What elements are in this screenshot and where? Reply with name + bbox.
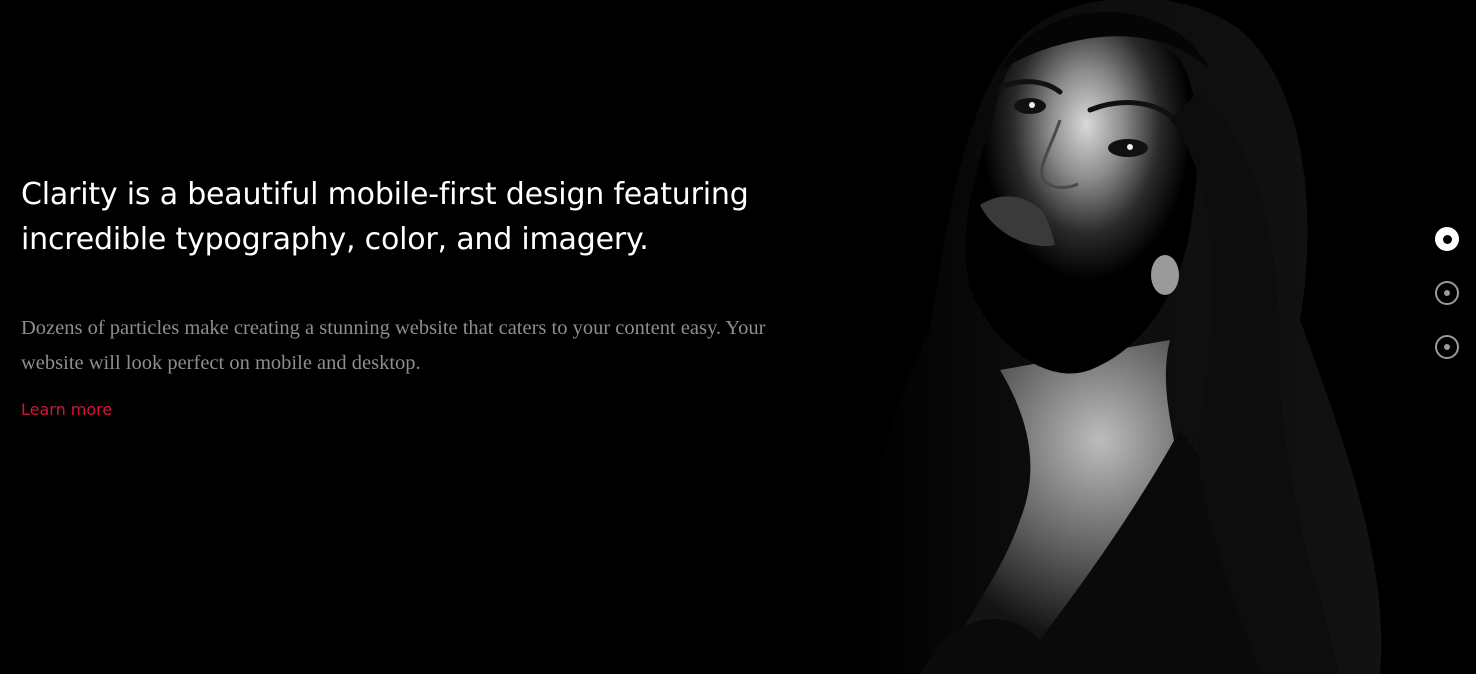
hero-headline: Clarity is a beautiful mobile-first desi… xyxy=(21,177,749,257)
slide-dot-1[interactable] xyxy=(1435,227,1459,251)
slide-navigation xyxy=(1435,227,1459,359)
hero-description: Dozens of particles make creating a stun… xyxy=(21,317,766,374)
slide-dot-2[interactable] xyxy=(1435,281,1459,305)
hero-portrait-image xyxy=(700,0,1400,674)
slide-dot-3[interactable] xyxy=(1435,335,1459,359)
learn-more-link[interactable]: Learn more xyxy=(21,400,112,419)
hero-content: Clarity is a beautiful mobile-first desi… xyxy=(21,172,801,420)
hero-section: Clarity is a beautiful mobile-first desi… xyxy=(0,0,1476,674)
